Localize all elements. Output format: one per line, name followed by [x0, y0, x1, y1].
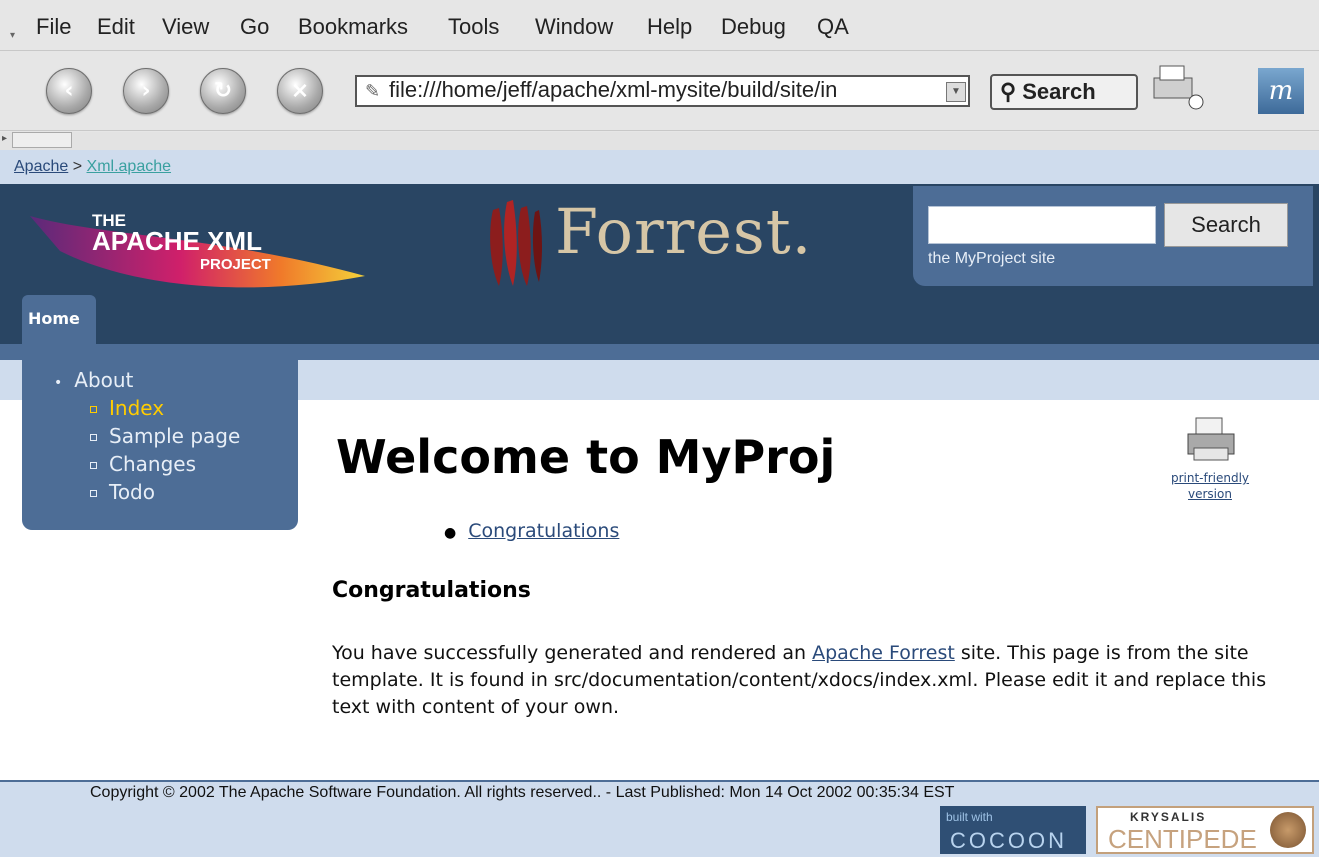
tab-home[interactable]: Home	[22, 295, 96, 345]
menu-grip-icon[interactable]: ▾	[10, 30, 16, 44]
cocoon-badge[interactable]: built with COCOON	[940, 806, 1086, 854]
menu-file[interactable]: File	[36, 14, 71, 40]
site-search-input[interactable]	[928, 206, 1156, 244]
toolbar-tab[interactable]	[12, 132, 72, 148]
centipede-seal-icon	[1270, 812, 1306, 848]
reload-icon[interactable]: ↻	[200, 68, 246, 114]
square-bullet-icon	[90, 406, 97, 413]
menu-bookmarks[interactable]: Bookmarks	[298, 14, 408, 40]
forrest-wordmark[interactable]: Forrest.	[555, 195, 812, 268]
side-item-index[interactable]: Index	[90, 396, 164, 420]
menu-help[interactable]: Help	[647, 14, 692, 40]
forward-icon[interactable]: ›	[123, 68, 169, 114]
menu-group-about[interactable]: • About	[54, 368, 133, 392]
apache-xml-logo[interactable]: THE APACHE XML PROJECT	[20, 196, 370, 301]
stop-icon[interactable]: ×	[277, 68, 323, 114]
svg-text:PROJECT: PROJECT	[200, 256, 271, 273]
mozilla-logo[interactable]: m	[1258, 68, 1304, 114]
print-friendly-link[interactable]: print-friendly version	[1156, 470, 1264, 502]
site-search-button[interactable]: Search	[1164, 203, 1288, 247]
magnifier-icon: ⚲	[1000, 79, 1017, 104]
square-bullet-icon	[90, 462, 97, 469]
copyright-text: Copyright © 2002 The Apache Software Fou…	[90, 784, 955, 801]
svg-text:APACHE XML: APACHE XML	[92, 226, 262, 256]
section-heading: Congratulations	[332, 578, 531, 603]
toc-list: ● Congratulations	[444, 520, 619, 542]
url-text: file:///home/jeff/apache/xml-mysite/buil…	[389, 77, 838, 102]
apache-forrest-link[interactable]: Apache Forrest	[812, 642, 955, 664]
bullet-icon: •	[54, 375, 63, 391]
body-paragraph: You have successfully generated and rend…	[332, 642, 1267, 718]
side-item-changes[interactable]: Changes	[90, 452, 196, 476]
breadcrumb-xml-apache[interactable]: Xml.apache	[87, 158, 172, 175]
bullet-icon: ●	[444, 525, 457, 541]
menu-go[interactable]: Go	[240, 14, 269, 40]
breadcrumb: Apache > Xml.apache	[0, 150, 1319, 184]
square-bullet-icon	[90, 434, 97, 441]
url-bar[interactable]: ✎ file:///home/jeff/apache/xml-mysite/bui…	[355, 75, 970, 107]
printer-icon[interactable]	[1186, 414, 1240, 464]
expand-arrow-icon[interactable]: ▸	[2, 133, 7, 144]
page-title: Welcome to MyProj	[336, 430, 836, 484]
back-icon[interactable]: ‹	[46, 68, 92, 114]
menu-qa[interactable]: QA	[817, 14, 849, 40]
tab-strip	[0, 344, 1319, 360]
collapsed-toolbar[interactable]: ▸	[0, 132, 1319, 151]
page-icon: ✎	[365, 81, 381, 101]
menu-debug[interactable]: Debug	[721, 14, 786, 40]
browser-search-button[interactable]: ⚲ Search	[990, 74, 1138, 110]
menu-tools[interactable]: Tools	[448, 14, 499, 40]
url-dropdown-icon[interactable]: ▼	[946, 82, 966, 102]
breadcrumb-apache[interactable]: Apache	[14, 158, 68, 175]
side-item-todo[interactable]: Todo	[90, 480, 155, 504]
krysalis-centipede-badge[interactable]: KRYSALIS CENTIPEDE	[1096, 806, 1314, 854]
menu-view[interactable]: View	[162, 14, 209, 40]
menu-bar: ▾ File Edit View Go Bookmarks Tools Wind…	[0, 0, 1319, 51]
side-item-sample-page[interactable]: Sample page	[90, 424, 240, 448]
menu-edit[interactable]: Edit	[97, 14, 135, 40]
toc-item-congratulations[interactable]: Congratulations	[468, 520, 619, 542]
menu-window[interactable]: Window	[535, 14, 613, 40]
print-icon[interactable]	[1150, 62, 1206, 112]
breadcrumb-separator: >	[72, 158, 83, 175]
square-bullet-icon	[90, 490, 97, 497]
search-caption: the MyProject site	[928, 250, 1056, 267]
